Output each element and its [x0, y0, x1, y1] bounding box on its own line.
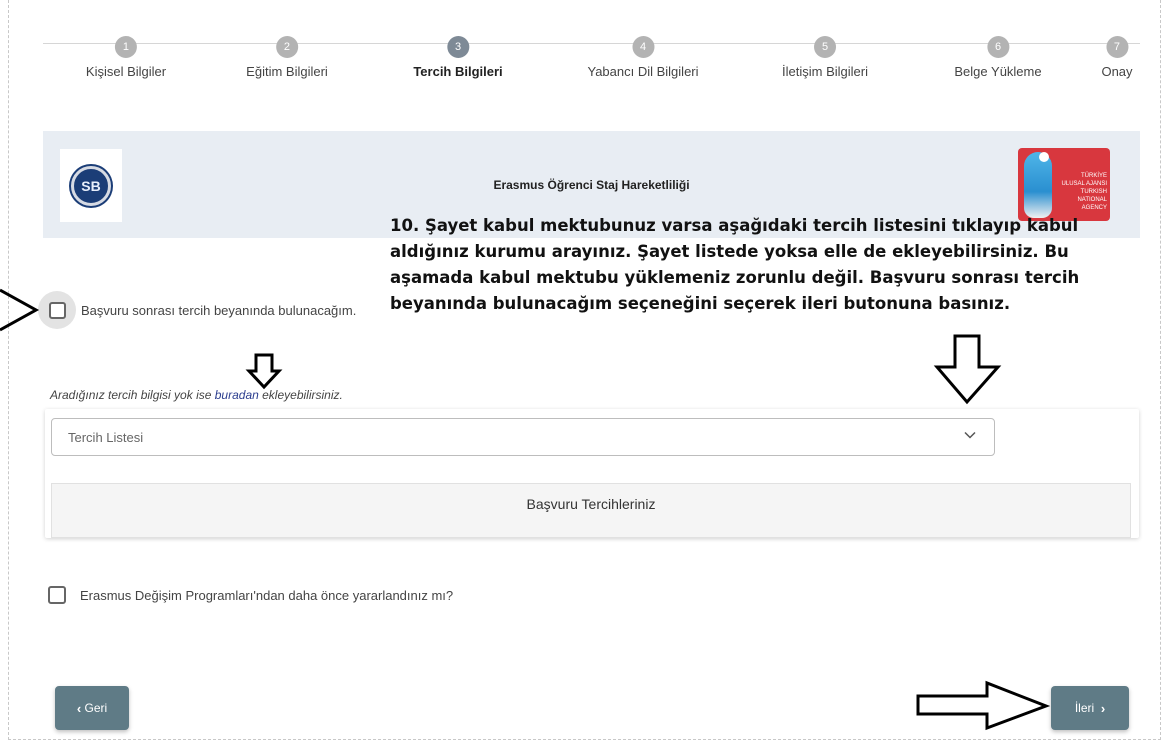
chevron-right-icon: ›: [1100, 700, 1106, 716]
annotation-arrow-right-large-icon: [916, 680, 1051, 731]
declare-later-checkbox[interactable]: [48, 301, 66, 319]
annotation-arrow-down-large-icon: [933, 334, 1002, 405]
step-number: 4: [632, 36, 654, 58]
step-label: Kişisel Bilgiler: [85, 64, 167, 79]
add-preference-hint: Aradığınız tercih bilgisi yok ise burada…: [50, 388, 343, 402]
step-number: 1: [114, 36, 137, 58]
preference-card: Tercih Listesi Başvuru Tercihleriniz: [45, 409, 1139, 538]
preference-list-placeholder: Tercih Listesi: [68, 429, 144, 445]
chevron-left-icon: ‹: [76, 700, 82, 716]
step-number: 6: [987, 36, 1009, 58]
step-number: 2: [275, 36, 298, 58]
instruction-text: 10. Şayet kabul mektubunuz varsa aşağıda…: [390, 216, 1080, 313]
declare-later-checkbox-halo: [38, 291, 76, 329]
step-label: Tercih Bilgileri: [413, 64, 503, 79]
add-preference-link[interactable]: buradan: [215, 388, 259, 402]
national-agency-logo: TÜRKİYE ULUSAL AJANSI TURKISH NATIONAL A…: [1018, 148, 1110, 221]
national-agency-logo-text: TÜRKİYE ULUSAL AJANSI TURKISH NATIONAL A…: [1061, 173, 1107, 211]
annotation-arrow-right-icon: [0, 288, 40, 332]
step-number: 3: [447, 36, 469, 58]
step-2[interactable]: 2 Eğitim Bilgileri: [246, 36, 328, 79]
erasmus-before-label: Erasmus Değişim Programları'ndan daha ön…: [80, 587, 454, 603]
step-4[interactable]: 4 Yabancı Dil Bilgileri: [587, 36, 699, 79]
preferences-panel-title: Başvuru Tercihleriniz: [526, 496, 656, 512]
banner-title: Erasmus Öğrenci Staj Hareketliliği: [493, 178, 690, 192]
next-button[interactable]: İleri ›: [1051, 686, 1129, 730]
preference-list-select[interactable]: Tercih Listesi: [51, 418, 995, 456]
step-label: Eğitim Bilgileri: [246, 64, 328, 79]
step-label: Onay: [1101, 64, 1133, 79]
erasmus-before-row[interactable]: Erasmus Değişim Programları'ndan daha ön…: [48, 586, 453, 604]
annotation-arrow-down-icon: [245, 353, 283, 390]
step-1[interactable]: 1 Kişisel Bilgiler: [86, 36, 166, 79]
declare-later-label: Başvuru sonrası tercih beyanında bulunac…: [81, 302, 357, 318]
step-number: 5: [814, 36, 836, 58]
preferences-panel: Başvuru Tercihleriniz: [51, 483, 1131, 538]
declare-later-row[interactable]: Başvuru sonrası tercih beyanında bulunac…: [38, 291, 356, 329]
chevron-down-icon: [964, 431, 976, 439]
step-7[interactable]: 7 Onay: [1101, 36, 1133, 79]
step-3[interactable]: 3 Tercih Bilgileri: [413, 36, 503, 79]
step-label: Yabancı Dil Bilgileri: [587, 64, 699, 79]
step-label: Belge Yükleme: [954, 64, 1042, 79]
step-6[interactable]: 6 Belge Yükleme: [954, 36, 1042, 79]
back-button[interactable]: ‹ Geri: [55, 686, 129, 730]
step-5[interactable]: 5 İletişim Bilgileri: [782, 36, 868, 79]
step-label: İletişim Bilgileri: [782, 64, 868, 79]
erasmus-before-checkbox[interactable]: [48, 586, 66, 604]
step-number: 7: [1105, 36, 1128, 58]
